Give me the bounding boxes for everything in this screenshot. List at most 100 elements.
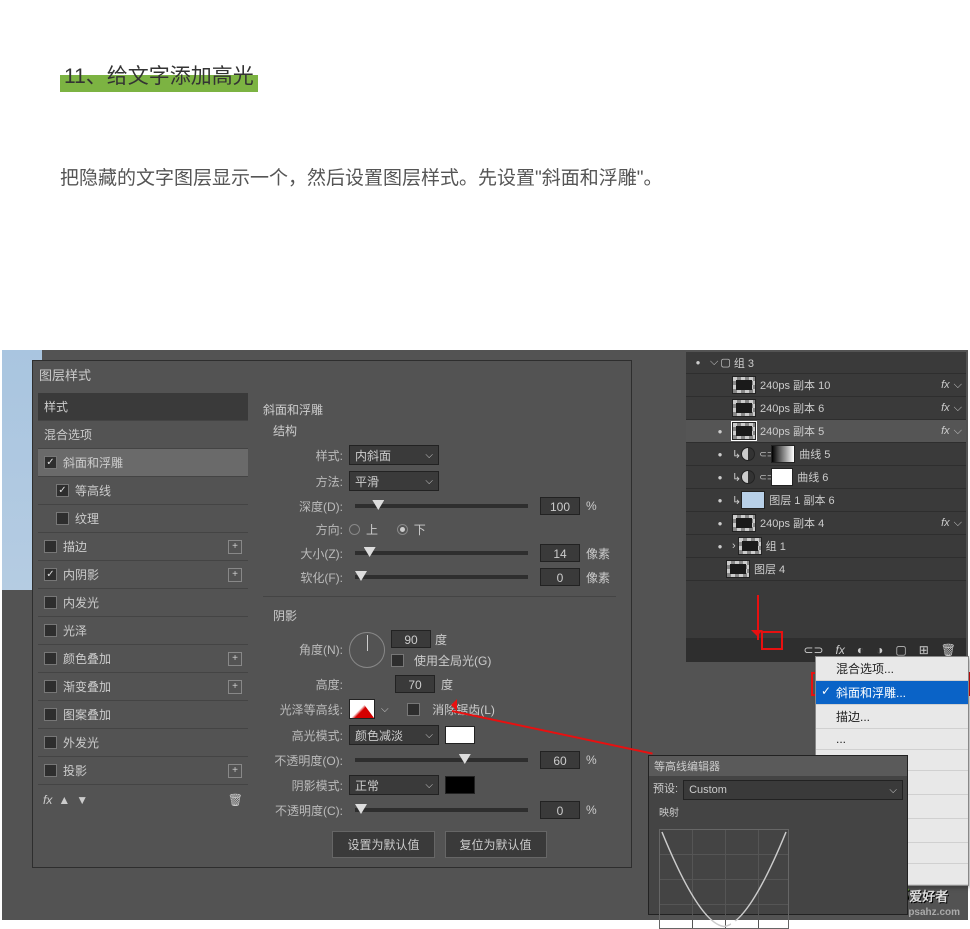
style-outer-glow[interactable]: 外发光 [38, 729, 248, 757]
set-default-button[interactable]: 设置为默认值 [332, 831, 434, 858]
layer-row[interactable]: ↳图层 1 副本 6 [686, 489, 966, 512]
menu-item-blend[interactable]: 混合选项... [816, 657, 968, 681]
hl-opacity-input[interactable]: 60 [540, 751, 580, 769]
plus-icon[interactable]: + [228, 680, 242, 694]
altitude-input[interactable]: 70 [395, 675, 435, 693]
styles-header[interactable]: 样式 [38, 393, 248, 421]
checkbox-icon[interactable] [44, 708, 57, 721]
style-contour[interactable]: 等高线 [38, 477, 248, 505]
visibility-icon[interactable] [712, 515, 728, 531]
layer-row[interactable]: 240ps 副本 10fx⌵ [686, 374, 966, 397]
layer-row[interactable]: ↳⊂⊃曲线 5 [686, 443, 966, 466]
antialias-checkbox[interactable] [407, 703, 420, 716]
plus-icon[interactable]: + [228, 764, 242, 778]
dialog-titlebar[interactable]: 等高线编辑器 [649, 756, 907, 776]
radio-down[interactable] [397, 524, 408, 535]
radio-up[interactable] [349, 524, 360, 535]
checkbox-icon[interactable] [56, 484, 69, 497]
visibility-icon[interactable] [712, 377, 728, 393]
reset-default-button[interactable]: 复位为默认值 [445, 831, 547, 858]
soften-input[interactable]: 0 [540, 568, 580, 586]
visibility-icon[interactable] [712, 423, 728, 439]
sh-opacity-input[interactable]: 0 [540, 801, 580, 819]
depth-input[interactable]: 100 [540, 497, 580, 515]
technique-select[interactable]: 平滑⌵ [349, 471, 439, 491]
style-drop-shadow[interactable]: 投影+ [38, 757, 248, 785]
plus-icon[interactable]: + [228, 540, 242, 554]
size-input[interactable]: 14 [540, 544, 580, 562]
delete-icon[interactable]: 🗑 [941, 643, 956, 657]
style-stroke[interactable]: 描边+ [38, 533, 248, 561]
depth-slider[interactable] [355, 504, 528, 508]
contour-curve-editor[interactable] [659, 829, 789, 929]
menu-item-stroke[interactable]: 描边... [816, 705, 968, 729]
style-bevel[interactable]: 斜面和浮雕 [38, 449, 248, 477]
checkbox-icon[interactable] [44, 568, 57, 581]
style-texture[interactable]: 纹理 [38, 505, 248, 533]
layer-row[interactable]: 240ps 副本 5fx⌵ [686, 420, 966, 443]
trash-icon[interactable]: 🗑 [228, 793, 243, 807]
arrow-up-icon[interactable]: ▲ [58, 793, 70, 807]
plus-icon[interactable]: + [228, 652, 242, 666]
hl-opacity-slider[interactable] [355, 758, 528, 762]
style-satin[interactable]: 光泽 [38, 617, 248, 645]
menu-item-bevel[interactable]: 斜面和浮雕... [816, 681, 968, 705]
style-inner-shadow[interactable]: 内阴影+ [38, 561, 248, 589]
layer-row[interactable]: 240ps 副本 6fx⌵ [686, 397, 966, 420]
arrow-down-icon[interactable]: ▼ [76, 793, 88, 807]
layer-row[interactable]: 图层 4 [686, 558, 966, 581]
adjustment-icon [741, 447, 755, 461]
checkbox-icon[interactable] [44, 652, 57, 665]
preset-select[interactable]: Custom⌵ [683, 780, 903, 800]
layer-thumb [732, 422, 756, 440]
style-select[interactable]: 内斜面⌵ [349, 445, 439, 465]
mask-icon[interactable]: ◐ [857, 643, 864, 657]
style-gradient-overlay[interactable]: 渐变叠加+ [38, 673, 248, 701]
checkbox-icon[interactable] [44, 764, 57, 777]
visibility-icon[interactable] [690, 355, 706, 371]
soften-slider[interactable] [355, 575, 528, 579]
layer-row[interactable]: ↳⊂⊃曲线 6 [686, 466, 966, 489]
adjustment-icon[interactable]: ◑ [876, 643, 883, 657]
global-light-checkbox[interactable] [391, 654, 404, 667]
menu-item[interactable]: ... [816, 729, 968, 750]
style-color-overlay[interactable]: 颜色叠加+ [38, 645, 248, 673]
fx-icon[interactable]: fx [836, 643, 845, 657]
visibility-icon[interactable] [712, 446, 728, 462]
size-slider[interactable] [355, 551, 528, 555]
visibility-icon[interactable] [712, 492, 728, 508]
checkbox-icon[interactable] [44, 456, 57, 469]
shadow-mode-select[interactable]: 正常⌵ [349, 775, 439, 795]
highlight-mode-select[interactable]: 颜色减淡⌵ [349, 725, 439, 745]
new-layer-icon[interactable]: ⊞ [919, 643, 929, 657]
checkbox-icon[interactable] [44, 736, 57, 749]
contour-picker[interactable] [349, 699, 375, 719]
style-inner-glow[interactable]: 内发光 [38, 589, 248, 617]
folder-icon[interactable]: ▢ [895, 643, 906, 657]
chevron-down-icon[interactable]: ⌵ [381, 704, 389, 715]
link-icon[interactable]: ⊂⊃ [803, 643, 823, 657]
angle-widget[interactable] [349, 632, 385, 668]
angle-input[interactable]: 90 [391, 630, 431, 648]
plus-icon[interactable]: + [228, 568, 242, 582]
checkbox-icon[interactable] [56, 512, 69, 525]
layer-group[interactable]: ⌵▢ 组 3 [686, 352, 966, 374]
layer-row[interactable]: 240ps 副本 4fx⌵ [686, 512, 966, 535]
visibility-icon[interactable] [706, 561, 722, 577]
checkbox-icon[interactable] [44, 540, 57, 553]
blending-options[interactable]: 混合选项 [38, 421, 248, 449]
checkbox-icon[interactable] [44, 596, 57, 609]
checkbox-icon[interactable] [44, 624, 57, 637]
step-description: 把隐藏的文字图层显示一个，然后设置图层样式。先设置"斜面和浮雕"。 [60, 157, 850, 201]
visibility-icon[interactable] [712, 400, 728, 416]
highlight-color[interactable] [445, 726, 475, 744]
checkbox-icon[interactable] [44, 680, 57, 693]
fx-icon[interactable]: fx [43, 793, 52, 807]
visibility-icon[interactable] [712, 538, 728, 554]
layer-group[interactable]: ›组 1 [686, 535, 966, 558]
shadow-color[interactable] [445, 776, 475, 794]
sh-opacity-slider[interactable] [355, 808, 528, 812]
style-pattern-overlay[interactable]: 图案叠加 [38, 701, 248, 729]
field-label: 大小(Z): [263, 545, 343, 562]
visibility-icon[interactable] [712, 469, 728, 485]
